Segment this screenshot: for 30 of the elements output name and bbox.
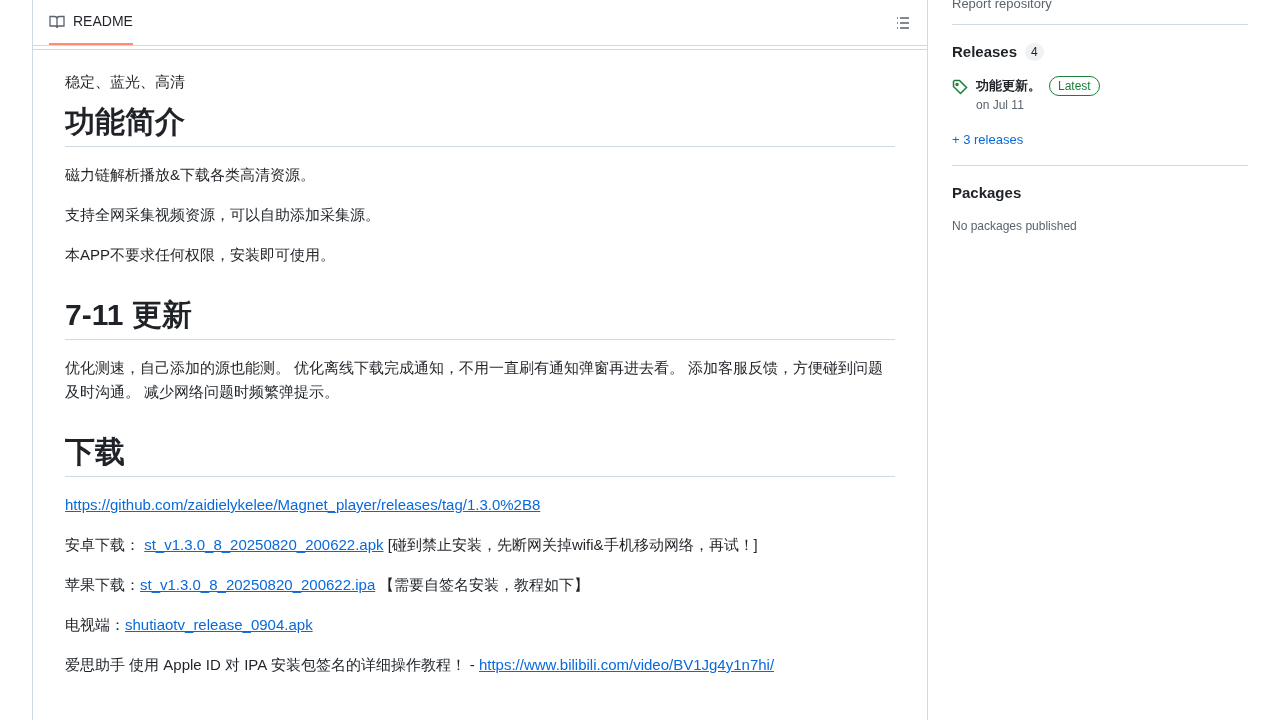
link[interactable]: shutiaotv_release_0904.apk [125, 613, 313, 637]
tag-icon [952, 78, 968, 95]
paragraph: 优化测速，自己添加的源也能测。 优化离线下载完成通知，不用一直刷有通知弹窗再进去看。 添加客服反馈，方便碰到问题及时沟通。 减少网络问题时频繁弹提示。 [65, 358, 885, 402]
releases-heading: Releases [952, 42, 1018, 62]
link[interactable]: https://www.bilibili.com/video/BV1Jg4y1n7hi/ [478, 653, 775, 677]
packages-heading: Packages [952, 183, 1023, 203]
section-heading: 功能简介 [65, 102, 895, 147]
link[interactable]: https://github.com/zaidielykelee/Magnet_player/releases/tag/1.3.0%2B8 [65, 493, 541, 517]
releases-count: 4 [1025, 43, 1044, 62]
paragraph: 本APP不要求任何权限，安装即可使用。 [65, 245, 336, 265]
more-releases-link[interactable]: + 3 releases [952, 129, 1024, 149]
paragraph-text: 安卓下载： [65, 535, 141, 555]
paragraph-text: 电视端： [65, 615, 125, 635]
link[interactable]: st_v1.3.0_8_20250820_200622.apk [144, 533, 384, 557]
list-icon[interactable] [895, 14, 911, 31]
release-date: on Jul 11 [976, 96, 1025, 114]
readme-tab[interactable]: README [49, 0, 133, 45]
section-heading: 下载 [65, 432, 895, 477]
packages-empty-text: No packages published [952, 217, 1078, 235]
paragraph-text: 【需要自签名安装，教程如下】 [378, 575, 590, 595]
paragraph-text: [碰到禁止安装，先断网关掉wifi&手机移动网络，再试！] [386, 535, 758, 555]
paragraph: 支持全网采集视频资源，可以自助添加采集源。 [65, 205, 381, 225]
intro-text: 稳定、蓝光、高清 [65, 72, 186, 92]
paragraph: 磁力链解析播放&下载各类高清资源。 [65, 165, 316, 185]
release-name[interactable]: 功能更新。 [976, 75, 1041, 96]
paragraph-text: 苹果下载： [65, 575, 140, 595]
link[interactable]: st_v1.3.0_8_20250820_200622.ipa [140, 573, 376, 597]
book-icon [49, 13, 65, 30]
paragraph-text: 爱思助手 使用 Apple ID 对 IPA 安装包签名的详细操作教程！ - [65, 655, 476, 675]
section-heading: 7-11 更新 [65, 295, 895, 340]
